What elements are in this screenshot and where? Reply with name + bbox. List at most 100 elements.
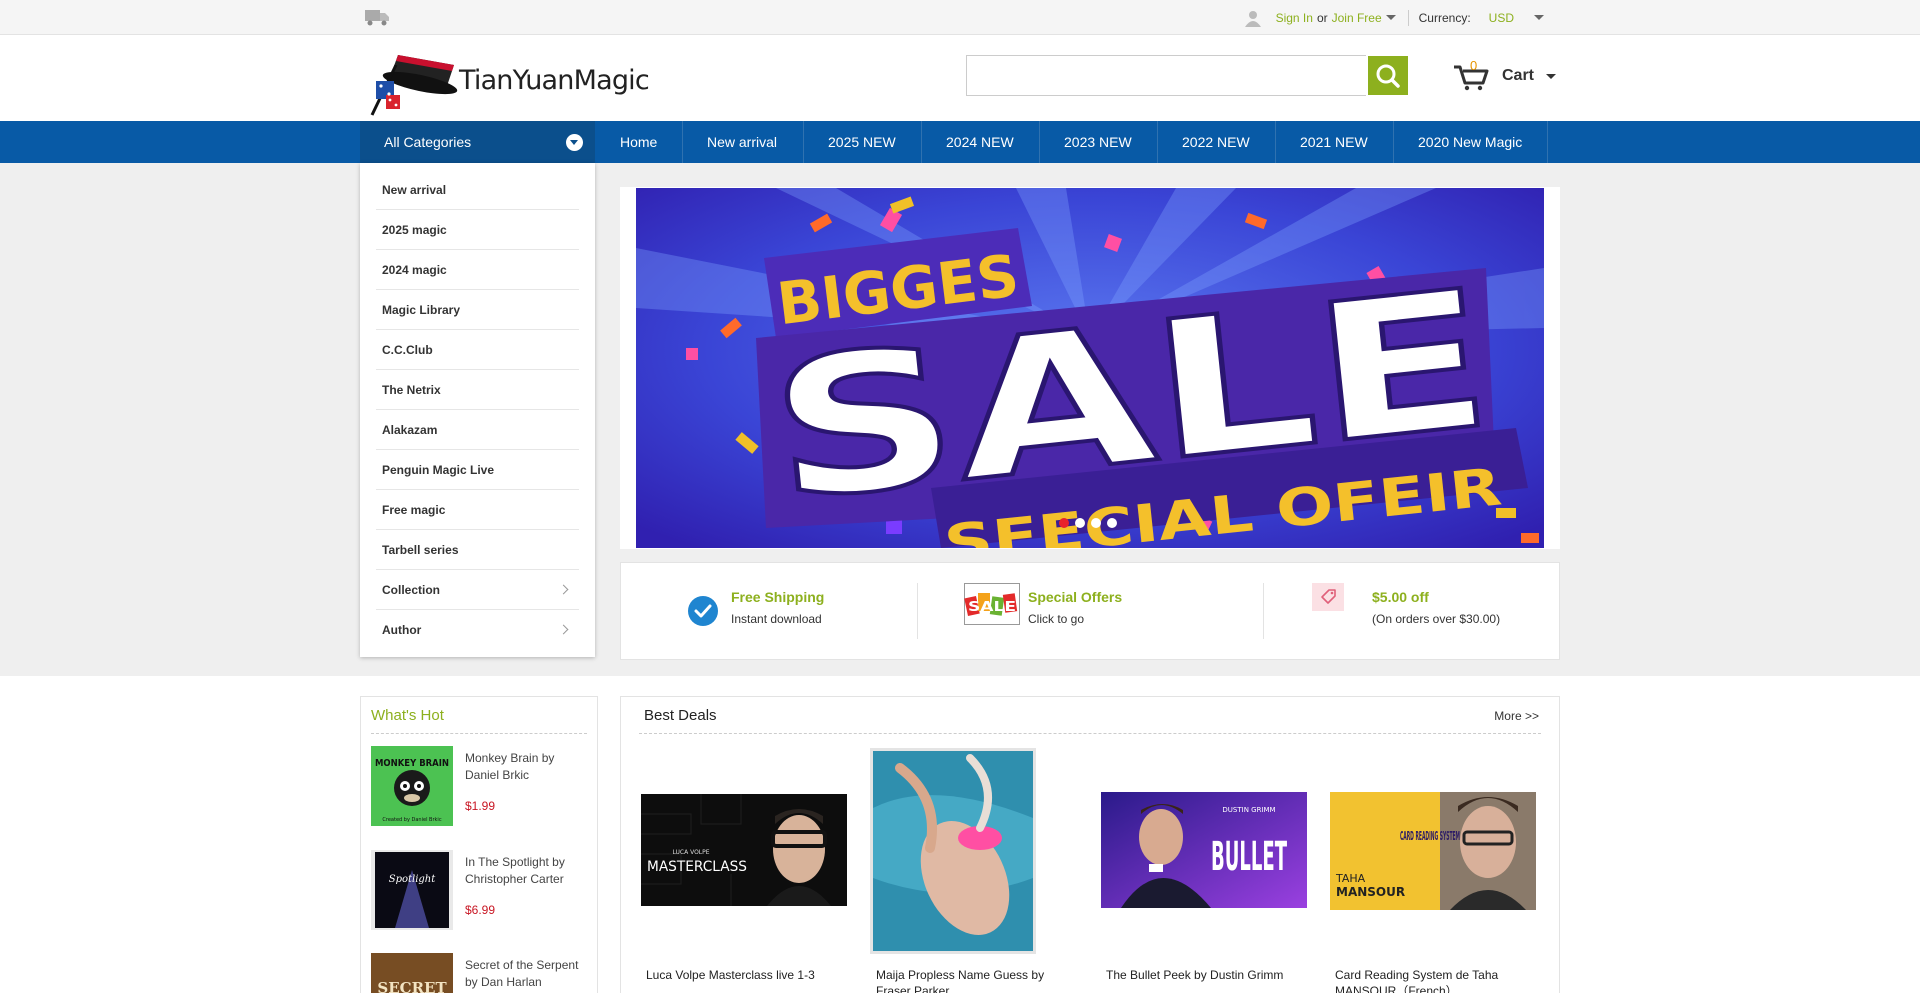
nav-item-2023-new[interactable]: 2023 NEW — [1040, 121, 1158, 163]
category-item-tarbell-series[interactable]: Tarbell series — [376, 530, 579, 570]
sale-badge-text: SALE — [968, 600, 1016, 615]
product-name[interactable]: In The Spotlight by Christopher Carter — [465, 854, 585, 888]
logo-text[interactable]: TianYuanMagic — [459, 65, 650, 96]
category-item-cc-club[interactable]: C.C.Club — [376, 330, 579, 370]
thumbnail-text: SECRET — [377, 979, 447, 993]
nav-item-new-arrival[interactable]: New arrival — [683, 121, 804, 163]
search-button[interactable] — [1368, 56, 1408, 95]
category-item-2025-magic[interactable]: 2025 magic — [376, 210, 579, 250]
product-thumbnail[interactable]: Spotlight — [371, 850, 453, 930]
nav-item-2021-new[interactable]: 2021 NEW — [1276, 121, 1394, 163]
thumbnail-text: MONKEY BRAIN — [375, 758, 449, 769]
deal-item[interactable]: Maija Propless Name Guess by Fraser Park… — [870, 748, 1081, 993]
feature-discount[interactable]: $5.00 off (On orders over $30.00) — [1264, 563, 1560, 659]
deal-item[interactable]: DUSTIN GRIMM BULLET The Bullet Peek by D… — [1101, 752, 1311, 992]
category-item-free-magic[interactable]: Free magic — [376, 490, 579, 530]
feature-sub: Instant download — [731, 612, 822, 626]
feature-title: Free Shipping — [731, 589, 825, 605]
product-name[interactable]: Maija Propless Name Guess by Fraser Park… — [876, 967, 1081, 993]
main-nav: All Categories Home New arrival 2025 NEW… — [0, 121, 1920, 163]
hot-item[interactable]: Spotlight In The Spotlight by Christophe… — [371, 850, 589, 934]
search-input[interactable] — [967, 56, 1369, 95]
product-name[interactable]: Monkey Brain by Daniel Brkic — [465, 750, 585, 784]
product-image[interactable]: CARD READING SYSTEM TAHA MANSOUR — [1330, 792, 1536, 910]
thumbnail-text: Spotlight — [389, 874, 437, 885]
category-item-alakazam[interactable]: Alakazam — [376, 410, 579, 450]
carousel-dot[interactable] — [1091, 518, 1101, 528]
product-name[interactable]: Secret of the Serpent by Dan Harlan — [465, 957, 585, 991]
search-icon — [1376, 64, 1400, 88]
or-text: or — [1316, 10, 1328, 25]
hot-item[interactable]: MONKEY BRAIN Created by Daniel Brkic Mon… — [371, 746, 589, 830]
thumbnail-subtext: Created by Daniel Brkic — [382, 817, 441, 823]
product-image[interactable]: DUSTIN GRIMM BULLET — [1101, 792, 1307, 908]
feature-special-offers[interactable]: SALE Special Offers Click to go — [918, 563, 1263, 659]
chevron-down-icon[interactable] — [1546, 73, 1557, 79]
image-subtext: TAHA — [1335, 872, 1366, 885]
nav-item-2020-new-magic[interactable]: 2020 New Magic — [1394, 121, 1548, 163]
category-item-penguin-magic-live[interactable]: Penguin Magic Live — [376, 450, 579, 490]
category-menu: New arrival 2025 magic 2024 magic Magic … — [360, 163, 595, 657]
product-price: $1.99 — [465, 799, 496, 813]
divider — [639, 733, 1541, 734]
currency-select[interactable]: USD — [1489, 11, 1514, 25]
cart-count: 0 — [1470, 58, 1478, 73]
person-icon — [1244, 10, 1261, 27]
sale-banner[interactable]: BIGGES SALE SFECIAL OFEIR — [636, 188, 1544, 548]
product-image[interactable] — [870, 748, 1036, 954]
feature-free-shipping[interactable]: Free Shipping Instant download — [621, 563, 917, 659]
carousel-dot[interactable] — [1059, 518, 1069, 528]
image-text: CARD READING SYSTEM — [1400, 829, 1460, 843]
chevron-down-icon[interactable] — [1534, 15, 1544, 20]
image-text: MASTERCLASS — [647, 859, 747, 875]
chevron-down-icon — [566, 134, 583, 151]
carousel-dot[interactable] — [1075, 518, 1085, 528]
cart[interactable]: 0 Cart — [1452, 58, 1557, 91]
image-subtext: MANSOUR — [1336, 885, 1405, 899]
sign-in-link[interactable]: Sign In — [1276, 11, 1313, 25]
category-item-2024-magic[interactable]: 2024 magic — [376, 250, 579, 290]
nav-menu: Home New arrival 2025 NEW 2024 NEW 2023 … — [596, 121, 1548, 163]
banner-image: BIGGES SALE SFECIAL OFEIR — [636, 188, 1544, 548]
nav-item-2022-new[interactable]: 2022 NEW — [1158, 121, 1276, 163]
truck-icon — [365, 10, 389, 26]
nav-item-home[interactable]: Home — [596, 121, 683, 163]
hot-item[interactable]: SECRET Secret of the Serpent by Dan Harl… — [371, 953, 589, 993]
category-item-the-netrix[interactable]: The Netrix — [376, 370, 579, 410]
product-name[interactable]: Luca Volpe Masterclass live 1-3 — [646, 967, 851, 983]
chevron-down-icon[interactable] — [1385, 15, 1396, 20]
product-thumbnail[interactable]: SECRET — [371, 953, 453, 993]
top-bar: Sign In or Join Free Currency: USD — [0, 0, 1920, 35]
product-price: $6.99 — [465, 903, 496, 917]
account-bar: Sign In or Join Free Currency: USD — [1244, 0, 1544, 35]
deal-item[interactable]: LUCA VOLPE MASTERCLASS Luca Volpe Master… — [641, 752, 851, 992]
carousel-dot[interactable] — [1107, 518, 1117, 528]
best-deals-panel: Best Deals More >> LUCA VOLPE MASTERCLAS… — [620, 696, 1560, 993]
coupon-icon — [1312, 583, 1344, 611]
category-item-magic-library[interactable]: Magic Library — [376, 290, 579, 330]
product-name[interactable]: Card Reading System de Taha MANSOUR（Fren… — [1335, 967, 1540, 993]
nav-item-2025-new[interactable]: 2025 NEW — [804, 121, 922, 163]
category-item-author[interactable]: Author — [376, 610, 579, 650]
product-thumbnail[interactable]: MONKEY BRAIN Created by Daniel Brkic — [371, 746, 453, 826]
deal-item[interactable]: CARD READING SYSTEM TAHA MANSOUR Card Re… — [1330, 752, 1540, 993]
features-bar: Free Shipping Instant download SALE Spec… — [620, 562, 1560, 660]
whats-hot-title: What's Hot — [371, 707, 444, 724]
cart-label[interactable]: Cart — [1502, 67, 1534, 85]
chevron-right-icon — [558, 584, 569, 595]
image-text: BULLET — [1211, 834, 1287, 880]
best-deals-title: Best Deals — [644, 707, 717, 724]
category-item-new-arrival[interactable]: New arrival — [376, 170, 579, 210]
more-link[interactable]: More >> — [1494, 709, 1539, 723]
product-name[interactable]: The Bullet Peek by Dustin Grimm — [1106, 967, 1311, 983]
image-subtext: LUCA VOLPE — [672, 849, 709, 856]
product-image[interactable]: LUCA VOLPE MASTERCLASS — [641, 794, 847, 906]
all-categories-label: All Categories — [384, 134, 472, 150]
search-box — [966, 55, 1369, 96]
chevron-right-icon — [558, 624, 569, 635]
category-item-collection[interactable]: Collection — [376, 570, 579, 610]
join-free-link[interactable]: Join Free — [1332, 11, 1382, 25]
nav-item-2024-new[interactable]: 2024 NEW — [922, 121, 1040, 163]
divider — [1407, 9, 1409, 26]
all-categories-button[interactable]: All Categories — [360, 121, 595, 163]
